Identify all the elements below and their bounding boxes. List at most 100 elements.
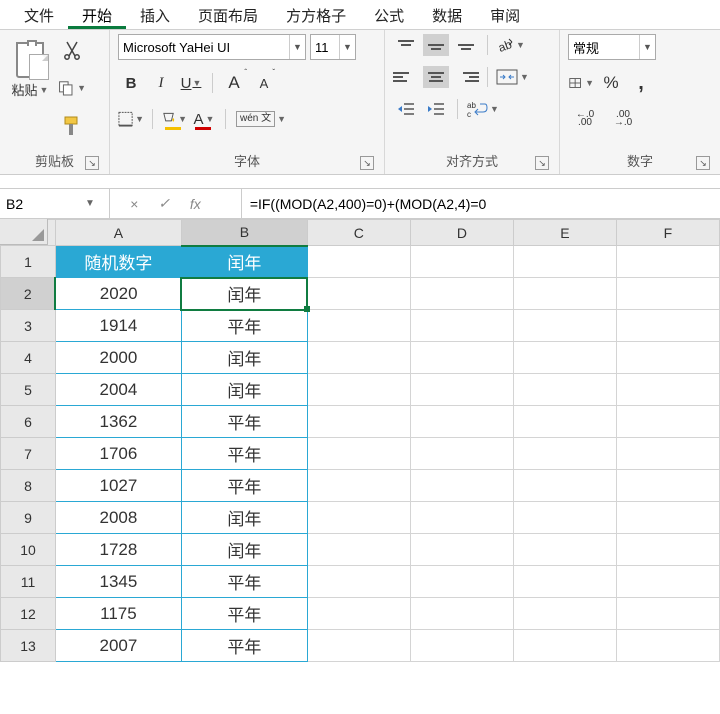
cell-A6[interactable]: 1362	[55, 406, 181, 438]
cell-C11[interactable]	[307, 566, 410, 598]
cell-A5[interactable]: 2004	[55, 374, 181, 406]
font-name-combobox[interactable]: ▼	[118, 34, 306, 60]
cell-B10[interactable]: 闰年	[181, 534, 307, 566]
menu-tab-2[interactable]: 插入	[126, 0, 184, 29]
merge-button[interactable]: ▼	[496, 69, 529, 85]
font-launcher[interactable]: ↘	[360, 156, 374, 170]
cell-E11[interactable]	[513, 566, 616, 598]
cell-C2[interactable]	[307, 278, 410, 310]
grow-font-button[interactable]: Aˆ	[221, 70, 247, 96]
col-header-D[interactable]: D	[410, 220, 513, 246]
clipboard-launcher[interactable]: ↘	[85, 156, 99, 170]
cell-B7[interactable]: 平年	[181, 438, 307, 470]
bold-button[interactable]: B	[118, 70, 144, 96]
cell-C13[interactable]	[307, 630, 410, 662]
cell-A4[interactable]: 2000	[55, 342, 181, 374]
menu-tab-6[interactable]: 数据	[418, 0, 476, 29]
row-header-4[interactable]: 4	[1, 342, 56, 374]
comma-button[interactable]: ,	[628, 70, 654, 96]
col-header-C[interactable]: C	[307, 220, 410, 246]
select-all-corner[interactable]	[0, 219, 48, 245]
cell-B2[interactable]: 闰年	[181, 278, 307, 310]
cell-D4[interactable]	[410, 342, 513, 374]
menu-tab-4[interactable]: 方方格子	[272, 0, 360, 29]
name-box[interactable]: ▼	[0, 189, 110, 218]
cell-F5[interactable]	[616, 374, 719, 406]
insert-function-button[interactable]: fx	[190, 196, 201, 212]
align-top-button[interactable]	[393, 34, 419, 56]
cell-E9[interactable]	[513, 502, 616, 534]
cell-D7[interactable]	[410, 438, 513, 470]
cell-E8[interactable]	[513, 470, 616, 502]
cell-F9[interactable]	[616, 502, 719, 534]
cell-A2[interactable]: 2020	[55, 278, 181, 310]
cell-F7[interactable]	[616, 438, 719, 470]
cell-E7[interactable]	[513, 438, 616, 470]
col-header-F[interactable]: F	[616, 220, 719, 246]
underline-button[interactable]: U▼	[178, 70, 204, 96]
number-format-combobox[interactable]: ▼	[568, 34, 656, 60]
row-header-9[interactable]: 9	[1, 502, 56, 534]
row-header-5[interactable]: 5	[1, 374, 56, 406]
italic-button[interactable]: I	[148, 70, 174, 96]
align-middle-button[interactable]	[423, 34, 449, 56]
orientation-button[interactable]: ab ▼	[496, 36, 525, 54]
cell-F12[interactable]	[616, 598, 719, 630]
border-button[interactable]: ▼	[118, 106, 144, 132]
cell-D1[interactable]	[410, 246, 513, 278]
formula-input[interactable]	[242, 189, 720, 218]
row-header-12[interactable]: 12	[1, 598, 56, 630]
align-launcher[interactable]: ↘	[535, 156, 549, 170]
font-color-button[interactable]: A ▼	[191, 106, 217, 132]
cell-A8[interactable]: 1027	[55, 470, 181, 502]
cell-E3[interactable]	[513, 310, 616, 342]
fill-handle[interactable]	[304, 306, 310, 312]
cell-D12[interactable]	[410, 598, 513, 630]
increase-decimal-button[interactable]: ←.0.00	[568, 106, 602, 132]
cell-F6[interactable]	[616, 406, 719, 438]
cell-E5[interactable]	[513, 374, 616, 406]
cell-F3[interactable]	[616, 310, 719, 342]
cell-C4[interactable]	[307, 342, 410, 374]
cell-A3[interactable]: 1914	[55, 310, 181, 342]
cell-B8[interactable]: 平年	[181, 470, 307, 502]
cell-A10[interactable]: 1728	[55, 534, 181, 566]
decrease-decimal-button[interactable]: .00→.0	[606, 106, 640, 132]
row-header-11[interactable]: 11	[1, 566, 56, 598]
number-launcher[interactable]: ↘	[696, 156, 710, 170]
cell-D9[interactable]	[410, 502, 513, 534]
cell-D5[interactable]	[410, 374, 513, 406]
cell-B13[interactable]: 平年	[181, 630, 307, 662]
font-name-caret[interactable]: ▼	[289, 35, 305, 59]
row-header-13[interactable]: 13	[1, 630, 56, 662]
cell-F10[interactable]	[616, 534, 719, 566]
cell-D3[interactable]	[410, 310, 513, 342]
row-header-7[interactable]: 7	[1, 438, 56, 470]
cell-F11[interactable]	[616, 566, 719, 598]
col-header-E[interactable]: E	[513, 220, 616, 246]
font-size-combobox[interactable]: ▼	[310, 34, 356, 60]
row-header-2[interactable]: 2	[1, 278, 56, 310]
row-header-6[interactable]: 6	[1, 406, 56, 438]
cell-A9[interactable]: 2008	[55, 502, 181, 534]
cell-A7[interactable]: 1706	[55, 438, 181, 470]
cell-C9[interactable]	[307, 502, 410, 534]
format-painter-button[interactable]	[58, 112, 86, 140]
cell-A11[interactable]: 1345	[55, 566, 181, 598]
menu-tab-0[interactable]: 文件	[10, 0, 68, 29]
copy-button[interactable]: ▼	[58, 74, 86, 102]
cell-F13[interactable]	[616, 630, 719, 662]
name-box-input[interactable]	[0, 196, 80, 212]
menu-tab-1[interactable]: 开始	[68, 0, 126, 29]
cell-E2[interactable]	[513, 278, 616, 310]
cell-F1[interactable]	[616, 246, 719, 278]
cell-A12[interactable]: 1175	[55, 598, 181, 630]
row-header-1[interactable]: 1	[1, 246, 56, 278]
row-header-8[interactable]: 8	[1, 470, 56, 502]
cut-button[interactable]	[58, 36, 86, 64]
col-header-B[interactable]: B	[181, 220, 307, 246]
cell-D6[interactable]	[410, 406, 513, 438]
cell-D10[interactable]	[410, 534, 513, 566]
cell-F2[interactable]	[616, 278, 719, 310]
cell-C8[interactable]	[307, 470, 410, 502]
